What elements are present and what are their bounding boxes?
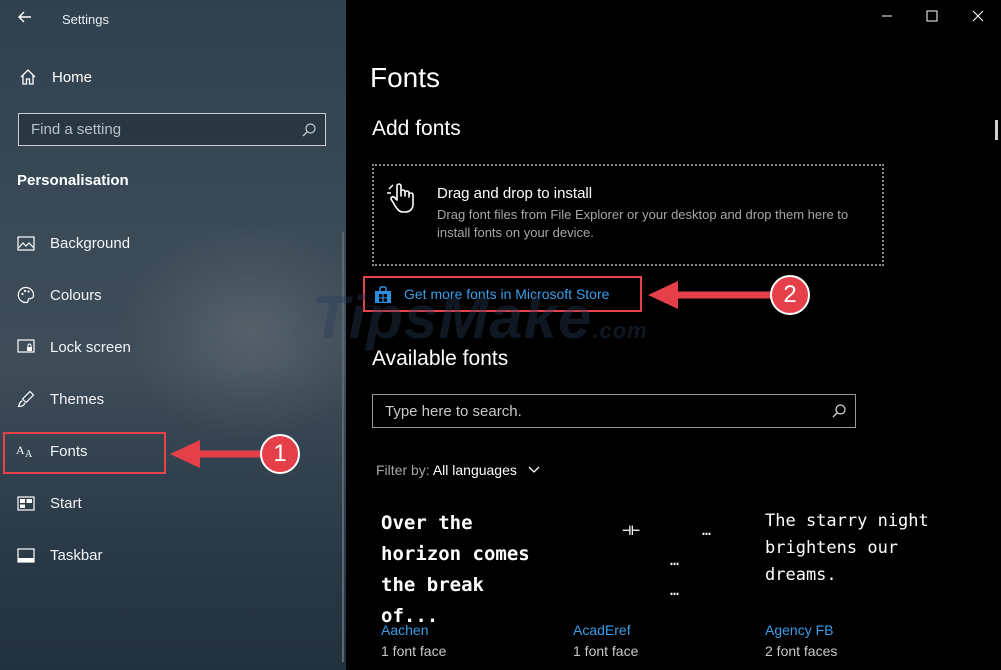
close-icon xyxy=(972,10,984,22)
chevron-down-icon xyxy=(528,466,540,473)
minimize-icon xyxy=(882,15,892,17)
font-name-aachen[interactable]: Aachen xyxy=(381,622,428,638)
sidebar-item-label: Themes xyxy=(50,390,105,408)
close-button[interactable] xyxy=(968,6,988,26)
filter-dropdown[interactable]: Filter by: All languages xyxy=(376,462,541,478)
sidebar-item-taskbar[interactable]: Taskbar xyxy=(16,546,103,564)
font-search-box[interactable] xyxy=(372,394,856,428)
drag-hand-icon xyxy=(387,183,414,213)
add-fonts-heading: Add fonts xyxy=(372,117,461,140)
sidebar-item-lock-screen[interactable]: Lock screen xyxy=(16,338,131,356)
sidebar-item-colours[interactable]: Colours xyxy=(16,286,102,304)
sidebar-scrollbar[interactable] xyxy=(342,232,344,662)
maximize-icon xyxy=(926,10,938,22)
store-link-label: Get more fonts in Microsoft Store xyxy=(404,286,610,302)
annotation-badge-2: 2 xyxy=(770,275,810,315)
fonts-highlight-box xyxy=(3,432,166,474)
font-search-input[interactable] xyxy=(373,395,855,427)
home-label: Home xyxy=(52,68,93,86)
sidebar-item-label: Colours xyxy=(50,286,102,304)
page-title: Fonts xyxy=(370,62,441,93)
filter-label: Filter by: xyxy=(376,462,430,478)
store-bag-icon xyxy=(375,286,391,303)
section-title: Personalisation xyxy=(17,172,129,189)
font-preview-agency-fb[interactable]: The starry night brightens our dreams. xyxy=(765,508,945,589)
font-name-acaderef[interactable]: AcadEref xyxy=(573,622,631,638)
sidebar-item-label: Taskbar xyxy=(50,546,103,564)
sidebar-item-label: Lock screen xyxy=(50,338,131,356)
search-icon[interactable] xyxy=(301,122,317,138)
taskbar-icon xyxy=(16,546,36,564)
sidebar-home[interactable]: Home xyxy=(18,68,92,86)
sidebar-item-start[interactable]: Start xyxy=(16,494,82,512)
settings-search-input[interactable] xyxy=(19,114,325,145)
main-scrollbar[interactable] xyxy=(995,120,998,140)
font-name-agency-fb[interactable]: Agency FB xyxy=(765,622,833,638)
search-icon[interactable] xyxy=(831,403,847,419)
drop-zone[interactable]: Drag and drop to install Drag font files… xyxy=(372,164,884,266)
drop-title: Drag and drop to install xyxy=(437,185,593,202)
microsoft-store-link[interactable]: Get more fonts in Microsoft Store xyxy=(363,276,642,312)
font-faces-agency-fb: 2 font faces xyxy=(765,643,838,659)
available-fonts-heading: Available fonts xyxy=(372,347,509,370)
palette-icon xyxy=(16,286,36,304)
picture-icon xyxy=(16,234,36,252)
maximize-button[interactable] xyxy=(922,6,942,26)
sidebar-item-background[interactable]: Background xyxy=(16,234,130,252)
font-faces-aachen: 1 font face xyxy=(381,643,447,659)
sidebar-item-label: Background xyxy=(50,234,131,252)
font-preview-acaderef[interactable]: ⊣⊢ … … … xyxy=(622,515,732,605)
settings-search-box[interactable] xyxy=(18,113,326,146)
font-preview-aachen[interactable]: Over the horizon comes the break of... xyxy=(381,508,551,632)
filter-value: All languages xyxy=(432,462,517,478)
lock-screen-icon xyxy=(16,338,36,356)
sidebar: Settings Home Personalisation Background… xyxy=(0,0,346,670)
back-arrow-icon[interactable] xyxy=(14,6,36,28)
minimize-button[interactable] xyxy=(877,6,897,26)
sidebar-item-label: Start xyxy=(50,494,82,512)
font-faces-acaderef: 1 font face xyxy=(573,643,639,659)
annotation-badge-1: 1 xyxy=(260,434,300,474)
sidebar-item-themes[interactable]: Themes xyxy=(16,390,104,408)
start-icon xyxy=(16,494,36,512)
app-title: Settings xyxy=(62,12,109,27)
home-icon xyxy=(20,69,36,85)
themes-icon xyxy=(16,390,36,408)
annotation-arrow-2 xyxy=(648,281,776,309)
annotation-arrow-1 xyxy=(170,440,268,468)
drop-description: Drag font files from File Explorer or yo… xyxy=(437,207,849,240)
